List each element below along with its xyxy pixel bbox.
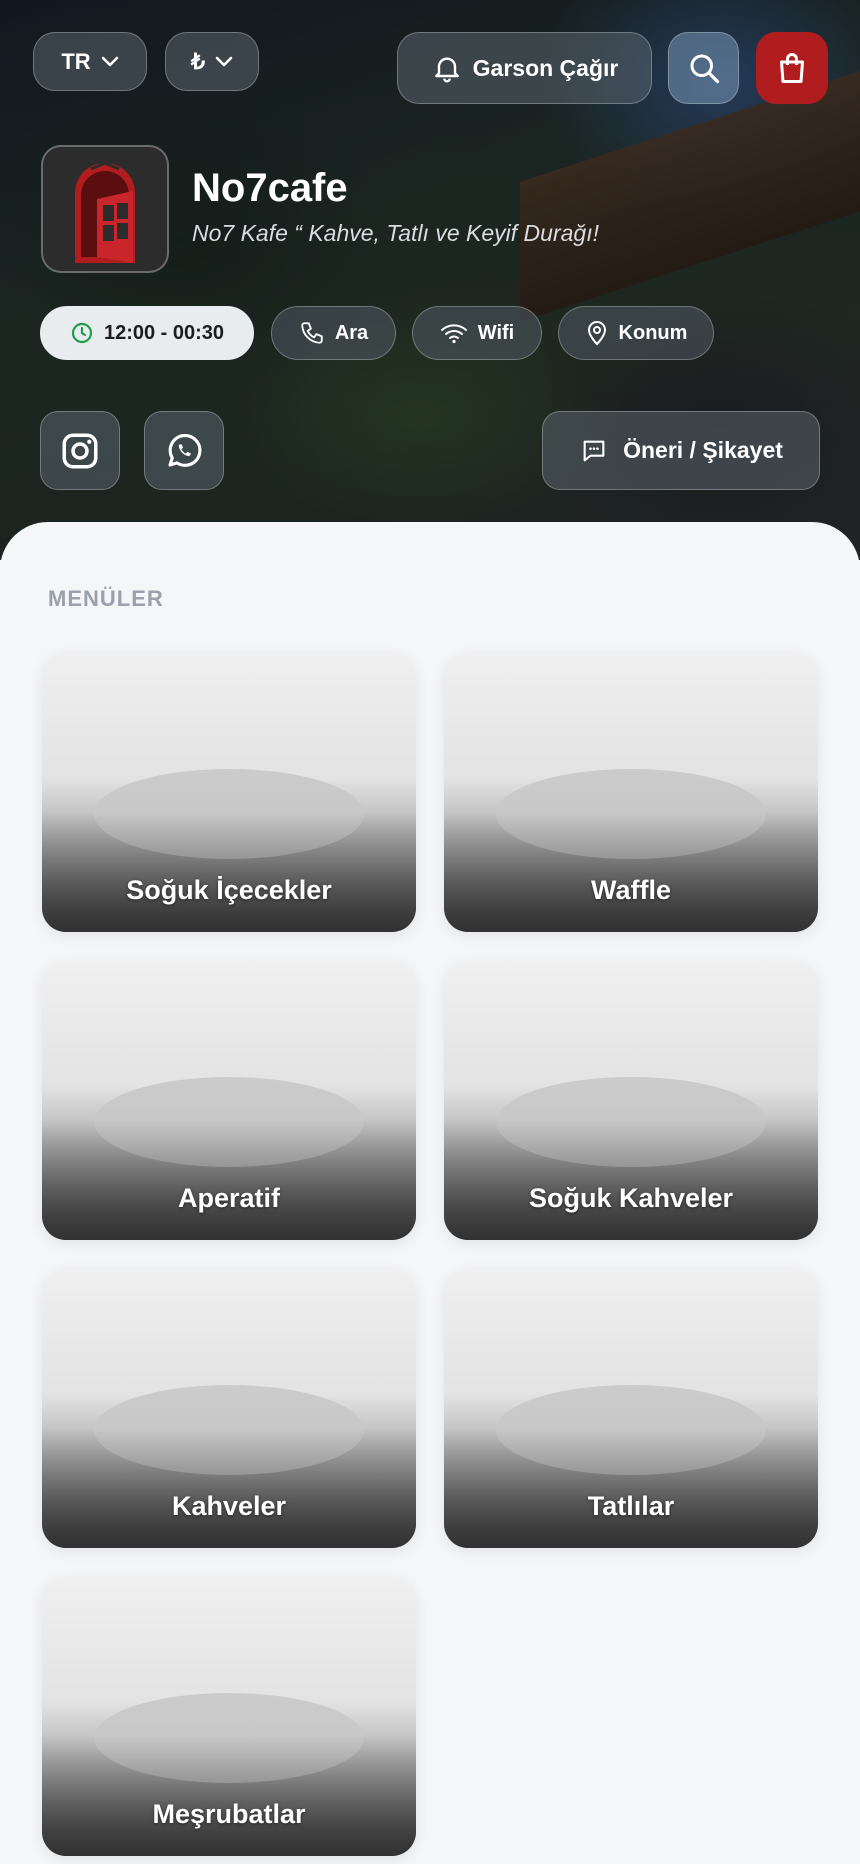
feedback-label: Öneri / Şikayet (623, 437, 783, 463)
currency-label: ₺ (191, 48, 205, 74)
search-button[interactable] (668, 32, 739, 104)
call-waiter-label: Garson Çağır (472, 54, 619, 81)
menus-section-title: MENÜLER (48, 586, 164, 611)
whatsapp-icon (168, 433, 202, 467)
clock-icon (71, 322, 93, 344)
cafe-tagline: No7 Kafe “ Kahve, Tatlı ve Keyif Durağı! (192, 220, 599, 246)
menu-card-aperatif[interactable]: Aperatif (42, 960, 416, 1240)
cart-button[interactable] (756, 32, 828, 104)
red-door-logo-icon (75, 161, 135, 263)
call-button[interactable]: Ara (271, 306, 396, 360)
shopping-bag-icon (780, 53, 804, 83)
location-button[interactable]: Konum (558, 306, 714, 360)
wifi-icon (440, 324, 467, 344)
call-label: Ara (334, 321, 369, 344)
menu-card-tatlilar[interactable]: Tatlılar (444, 1268, 818, 1548)
menu-card-label: Waffle (591, 875, 671, 905)
search-icon (690, 54, 719, 84)
opening-hours-chip: 12:00 - 00:30 (40, 306, 254, 360)
chevron-down-icon (215, 56, 233, 66)
menu-card-label: Meşrubatlar (152, 1799, 306, 1829)
chevron-down-icon (101, 56, 118, 66)
wifi-label: Wifi (477, 321, 515, 344)
language-label: TR (61, 48, 91, 74)
wifi-button[interactable]: Wifi (412, 306, 542, 360)
instagram-button[interactable] (40, 411, 120, 490)
call-waiter-button[interactable]: Garson Çağır (397, 32, 652, 104)
bell-icon (434, 57, 459, 83)
menu-card-label: Soğuk İçecekler (126, 875, 332, 905)
menu-card-waffle[interactable]: Waffle (444, 652, 818, 932)
opening-hours-text: 12:00 - 00:30 (103, 321, 225, 344)
feedback-button[interactable]: Öneri / Şikayet (542, 411, 820, 490)
instagram-icon (62, 433, 98, 468)
map-pin-icon (587, 321, 606, 346)
message-icon (583, 440, 605, 461)
currency-selector[interactable]: ₺ (165, 32, 259, 91)
menu-card-kahveler[interactable]: Kahveler (42, 1268, 416, 1548)
menu-card-label: Kahveler (171, 1491, 287, 1521)
menu-card-soguk-icecekler[interactable]: Soğuk İçecekler (42, 652, 416, 932)
phone-icon (301, 322, 323, 344)
cafe-logo (41, 145, 169, 273)
cafe-name: No7cafe (192, 166, 348, 210)
location-label: Konum (618, 321, 688, 344)
menu-card-label: Soğuk Kahveler (528, 1183, 734, 1213)
menu-card-soguk-kahveler[interactable]: Soğuk Kahveler (444, 960, 818, 1240)
whatsapp-button[interactable] (144, 411, 224, 490)
menu-card-mesrubatlar[interactable]: Meşrubatlar (42, 1576, 416, 1856)
menu-card-label: Aperatif (177, 1183, 280, 1213)
menu-card-label: Tatlılar (587, 1491, 675, 1521)
hero-header: TR ₺ Garson Çağır No7cafe No7 Kafe “ Kah… (0, 0, 860, 560)
language-selector[interactable]: TR (33, 32, 147, 91)
